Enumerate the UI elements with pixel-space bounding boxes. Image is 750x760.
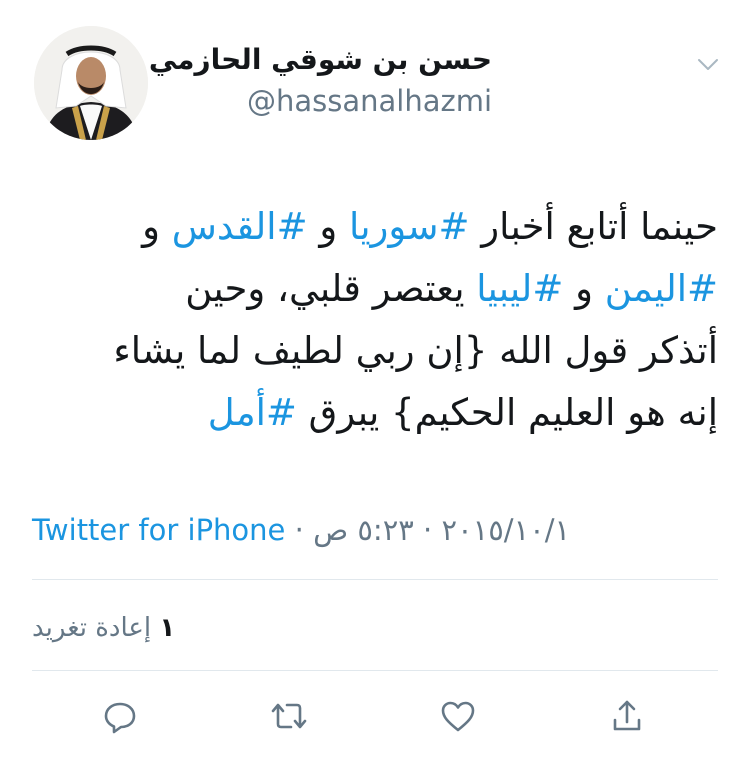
hashtag-link[interactable]: #القدس [172, 205, 308, 248]
reply-icon[interactable] [100, 696, 140, 736]
retweet-count: ١ [159, 613, 176, 643]
tweet-text-segment: أتذكر قول الله {إن ربي لطيف لما يشاء [113, 329, 718, 372]
tweet-text-line: حينما أتابع أخبار #سوريا و #القدس و [40, 196, 718, 258]
divider [32, 670, 718, 671]
tweet-text-segment: و [563, 267, 605, 310]
tweet-date[interactable]: ٢٠١٥/١٠/١ [442, 513, 571, 547]
username[interactable]: @hassanalhazmi [149, 82, 492, 120]
tweet-text-line: #اليمن و #ليبيا يعتصر قلبي، وحين [40, 258, 718, 320]
retweet-icon[interactable] [269, 696, 309, 736]
source-link[interactable]: Twitter for iPhone [32, 513, 285, 547]
tweet-text-line: إنه هو العليم الحكيم} يبرق #أمل [40, 382, 718, 444]
tweet-meta: Twitter for iPhone · ٢٠١٥/١٠/١ · ٥:٢٣ ص [32, 510, 570, 550]
display-name[interactable]: حسن بن شوقي الحازمي [149, 40, 492, 80]
meta-separator: · [285, 513, 314, 547]
heart-icon[interactable] [438, 696, 478, 736]
tweet-text-segment: إنه هو العليم الحكيم} يبرق [296, 391, 718, 434]
avatar[interactable] [34, 26, 148, 140]
tweet-text-segment: و [142, 205, 172, 248]
share-icon[interactable] [607, 696, 647, 736]
tweet-text: حينما أتابع أخبار #سوريا و #القدس و #اليم… [40, 196, 718, 444]
author-info[interactable]: حسن بن شوقي الحازمي @hassanalhazmi [149, 40, 492, 120]
avatar-photo [34, 26, 148, 140]
chevron-down-icon[interactable] [694, 50, 722, 78]
hashtag-link[interactable]: #اليمن [605, 267, 718, 310]
tweet-text-segment: حينما أتابع أخبار [469, 205, 718, 248]
hashtag-link[interactable]: #ليبيا [476, 267, 563, 310]
tweet-time[interactable]: ٥:٢٣ ص [313, 513, 414, 547]
hashtag-link[interactable]: #سوريا [349, 205, 470, 248]
tweet-text-line: أتذكر قول الله {إن ربي لطيف لما يشاء [40, 320, 718, 382]
divider [32, 579, 718, 580]
tweet-detail: حسن بن شوقي الحازمي @hassanalhazmi حينما… [0, 0, 750, 760]
retweet-label: إعادة تغريد [32, 613, 152, 643]
tweet-text-segment: و [307, 205, 349, 248]
meta-separator-2: · [413, 513, 442, 547]
tweet-text-segment: يعتصر قلبي، وحين [185, 267, 477, 310]
retweet-stats[interactable]: ١ إعادة تغريد [32, 608, 175, 648]
hashtag-link[interactable]: #أمل [208, 391, 297, 434]
